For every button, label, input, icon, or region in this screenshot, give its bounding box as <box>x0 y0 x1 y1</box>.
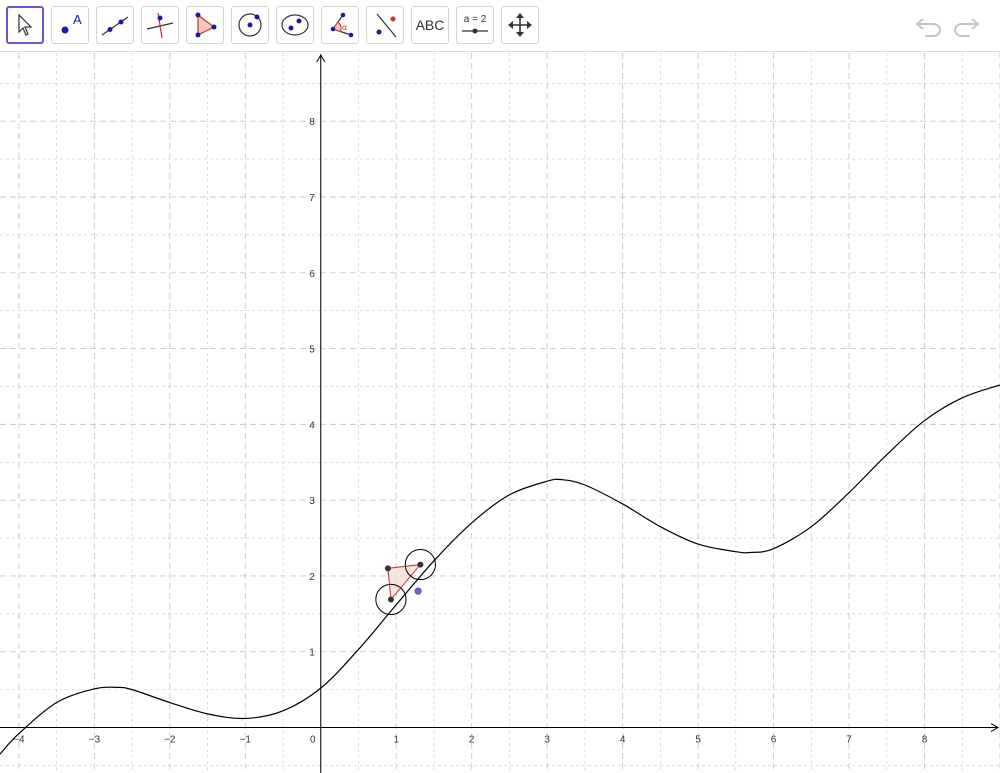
x-tick-label: 7 <box>846 735 852 746</box>
function-curve <box>0 384 1000 755</box>
point-tool-label: A <box>73 12 82 27</box>
undo-icon <box>915 18 941 37</box>
y-tick-label: 2 <box>309 572 315 583</box>
y-tick-label: 5 <box>309 345 315 356</box>
y-tick-label: 1 <box>309 648 315 659</box>
slider-icon: a = 2 <box>462 14 488 34</box>
x-tick-label: −1 <box>240 735 252 746</box>
ellipse-icon <box>281 14 309 36</box>
function-graph[interactable] <box>0 384 1000 755</box>
point-on-curve <box>414 587 422 595</box>
x-tick-label: 0 <box>310 735 316 746</box>
cursor-arrow-icon <box>18 13 33 36</box>
move-graphics-view-tool-button[interactable] <box>501 6 539 44</box>
x-tick-label: 6 <box>771 735 777 746</box>
y-tick-label: 3 <box>309 496 315 507</box>
construction[interactable] <box>375 548 436 616</box>
y-tick-label: 7 <box>309 193 315 204</box>
reflect-tool-button[interactable] <box>366 6 404 44</box>
redo-button[interactable] <box>950 10 982 42</box>
x-tick-label: −2 <box>164 735 176 746</box>
angle-tool-label: α <box>342 23 347 32</box>
perpendicular-line-icon <box>146 12 174 39</box>
x-tick-label: −4 <box>13 735 25 746</box>
perpendicular-line-tool-button[interactable] <box>141 6 179 44</box>
grid <box>0 53 1000 773</box>
polygon-tool-button[interactable] <box>186 6 224 44</box>
text-tool-label: ABC <box>415 17 445 33</box>
slider-tool-button[interactable]: a = 2 <box>456 6 494 44</box>
angle-icon: α <box>330 12 354 38</box>
x-tick-label: 4 <box>620 735 626 746</box>
axes <box>0 53 1000 773</box>
x-tick-label: 8 <box>922 735 928 746</box>
polygon-icon <box>195 12 217 38</box>
ellipse-tool-button[interactable] <box>276 6 314 44</box>
circle-center-icon <box>238 13 262 37</box>
text-tool-button[interactable]: ABC <box>411 6 449 44</box>
undo-button[interactable] <box>913 10 945 42</box>
point-with-label-icon: A <box>61 12 82 34</box>
angle-tool-button[interactable]: α <box>321 6 359 44</box>
axis-tick-labels: −4 −3 −2 −1 0 1 2 3 4 5 6 7 8 1 2 3 4 5 6 7 8 <box>13 117 928 745</box>
coordinate-plane[interactable]: −4 −3 −2 −1 0 1 2 3 4 5 6 7 8 1 2 3 4 5 6 7 8 <box>0 53 1000 773</box>
line-through-points-icon <box>101 16 129 36</box>
vertex-point <box>384 565 391 572</box>
circle-center-point-tool-button[interactable] <box>231 6 269 44</box>
y-tick-label: 4 <box>309 420 315 431</box>
x-tick-label: 2 <box>469 735 475 746</box>
x-tick-label: 5 <box>695 735 701 746</box>
slider-tool-label: a = 2 <box>464 14 487 25</box>
reflect-about-line-icon <box>376 13 397 38</box>
move-tool-button[interactable] <box>6 6 44 44</box>
y-tick-label: 8 <box>309 117 315 128</box>
y-tick-label: 6 <box>309 269 315 280</box>
redo-icon <box>954 18 980 37</box>
vertex-point <box>417 561 424 568</box>
toolbar: A α ABC a = 2 <box>0 0 1000 52</box>
line-tool-button[interactable] <box>96 6 134 44</box>
x-tick-label: −3 <box>89 735 101 746</box>
graphics-view[interactable]: −4 −3 −2 −1 0 1 2 3 4 5 6 7 8 1 2 3 4 5 6 7 8 <box>0 53 1000 773</box>
point-tool-button[interactable]: A <box>51 6 89 44</box>
x-tick-label: 3 <box>544 735 550 746</box>
vertex-point <box>387 596 394 603</box>
move-view-arrows-icon <box>508 13 532 37</box>
x-tick-label: 1 <box>393 735 399 746</box>
